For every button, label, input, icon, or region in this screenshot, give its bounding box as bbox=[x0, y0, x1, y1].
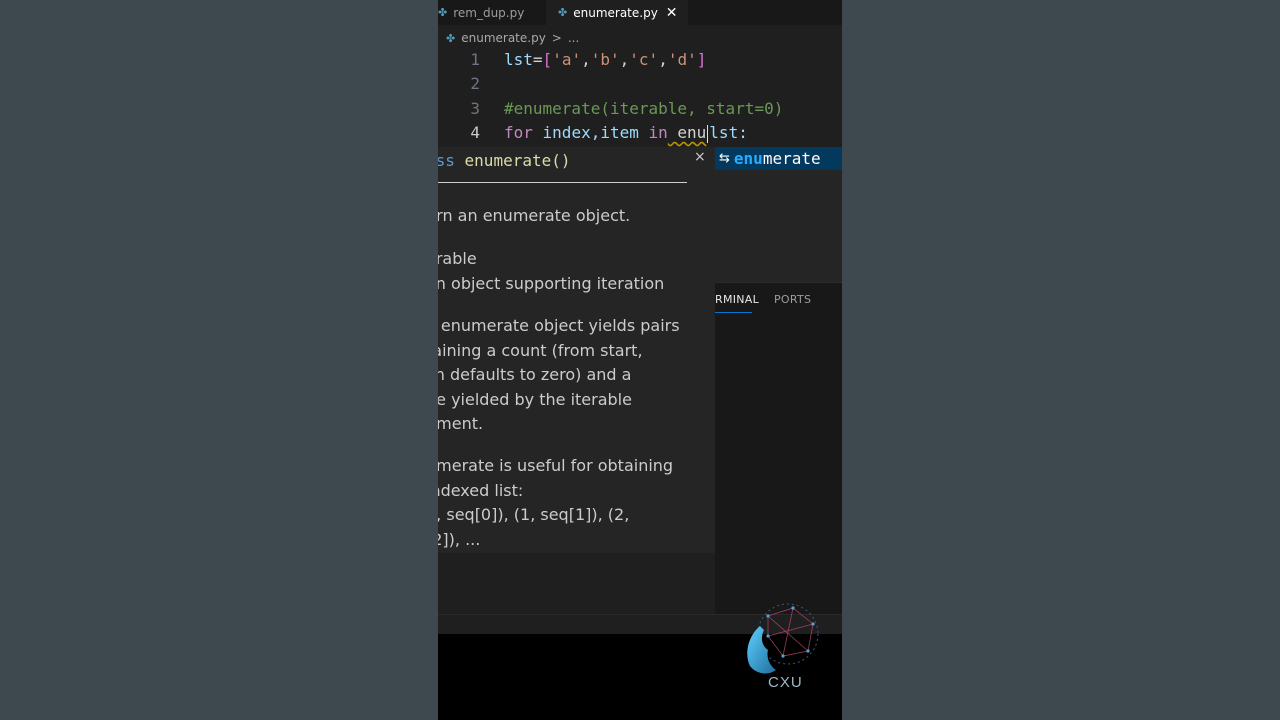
tab-terminal[interactable]: RMINAL bbox=[715, 293, 759, 306]
line-number: 1 bbox=[470, 50, 480, 69]
active-tab-indicator bbox=[715, 312, 752, 313]
doc-paragraph: umerate is useful for obtaining indexed … bbox=[438, 456, 674, 549]
left-backdrop bbox=[0, 0, 438, 720]
watermark-text: CXU bbox=[768, 674, 803, 691]
code-line[interactable]: 3 #enumerate(iterable, start=0) bbox=[438, 97, 842, 121]
doc-paragraph: erable an object supporting iteration bbox=[438, 249, 665, 293]
right-backdrop bbox=[842, 0, 1280, 720]
documentation-popup: ass enumerate() × urn an enumerate objec… bbox=[438, 147, 716, 553]
python-file-icon: ✤ bbox=[446, 31, 456, 45]
breadcrumb: ✤ enumerate.py > ... bbox=[438, 27, 579, 49]
breadcrumb-file[interactable]: enumerate.py bbox=[461, 31, 546, 45]
code-line-current[interactable]: 4 for index,item in enu lst: bbox=[438, 121, 842, 145]
doc-paragraph: e enumerate object yields pairs taining … bbox=[438, 316, 680, 433]
python-file-icon: ✤ bbox=[438, 6, 448, 19]
tab-enumerate[interactable]: ✤ enumerate.py ✕ bbox=[546, 0, 688, 25]
tab-label: rem_dup.py bbox=[453, 5, 525, 20]
doc-divider bbox=[438, 182, 687, 183]
suggestion-item-enumerate[interactable]: ⇆ enumerate bbox=[715, 147, 842, 170]
doc-paragraph: urn an enumerate object. bbox=[438, 206, 631, 225]
tab-rem-dup[interactable]: ✤ rem_dup.py bbox=[438, 0, 548, 25]
chevron-right-icon: > bbox=[551, 31, 562, 45]
suggestion-list bbox=[715, 170, 842, 282]
code-line[interactable]: 2 bbox=[438, 72, 842, 96]
python-file-icon: ✤ bbox=[558, 6, 568, 19]
line-number: 3 bbox=[470, 99, 480, 118]
code-comment: #enumerate(iterable, start=0) bbox=[504, 99, 784, 118]
tab-ports[interactable]: PORTS bbox=[774, 293, 811, 306]
close-icon[interactable]: × bbox=[694, 149, 706, 165]
tab-bar: ✤ rem_dup.py ✤ enumerate.py ✕ bbox=[438, 0, 842, 25]
code-line[interactable]: 1 lst=['a','b','c','d'] bbox=[438, 48, 842, 72]
doc-signature: ass enumerate() bbox=[438, 151, 571, 170]
class-icon: ⇆ bbox=[719, 151, 730, 166]
breadcrumb-more[interactable]: ... bbox=[568, 31, 579, 45]
tab-label: enumerate.py bbox=[573, 5, 658, 20]
vscode-window: ✤ rem_dup.py ✤ enumerate.py ✕ ✤ enumerat… bbox=[438, 0, 842, 720]
line-number: 2 bbox=[470, 74, 480, 93]
close-tab-icon[interactable]: ✕ bbox=[666, 5, 678, 21]
code-text: lst=['a','b','c','d'] bbox=[504, 50, 707, 69]
line-number: 4 bbox=[470, 123, 480, 142]
bottom-panel: RMINAL PORTS bbox=[715, 282, 842, 615]
code-text: for index,item in enu lst: bbox=[504, 123, 748, 143]
suggestion-label: enumerate bbox=[733, 149, 821, 168]
